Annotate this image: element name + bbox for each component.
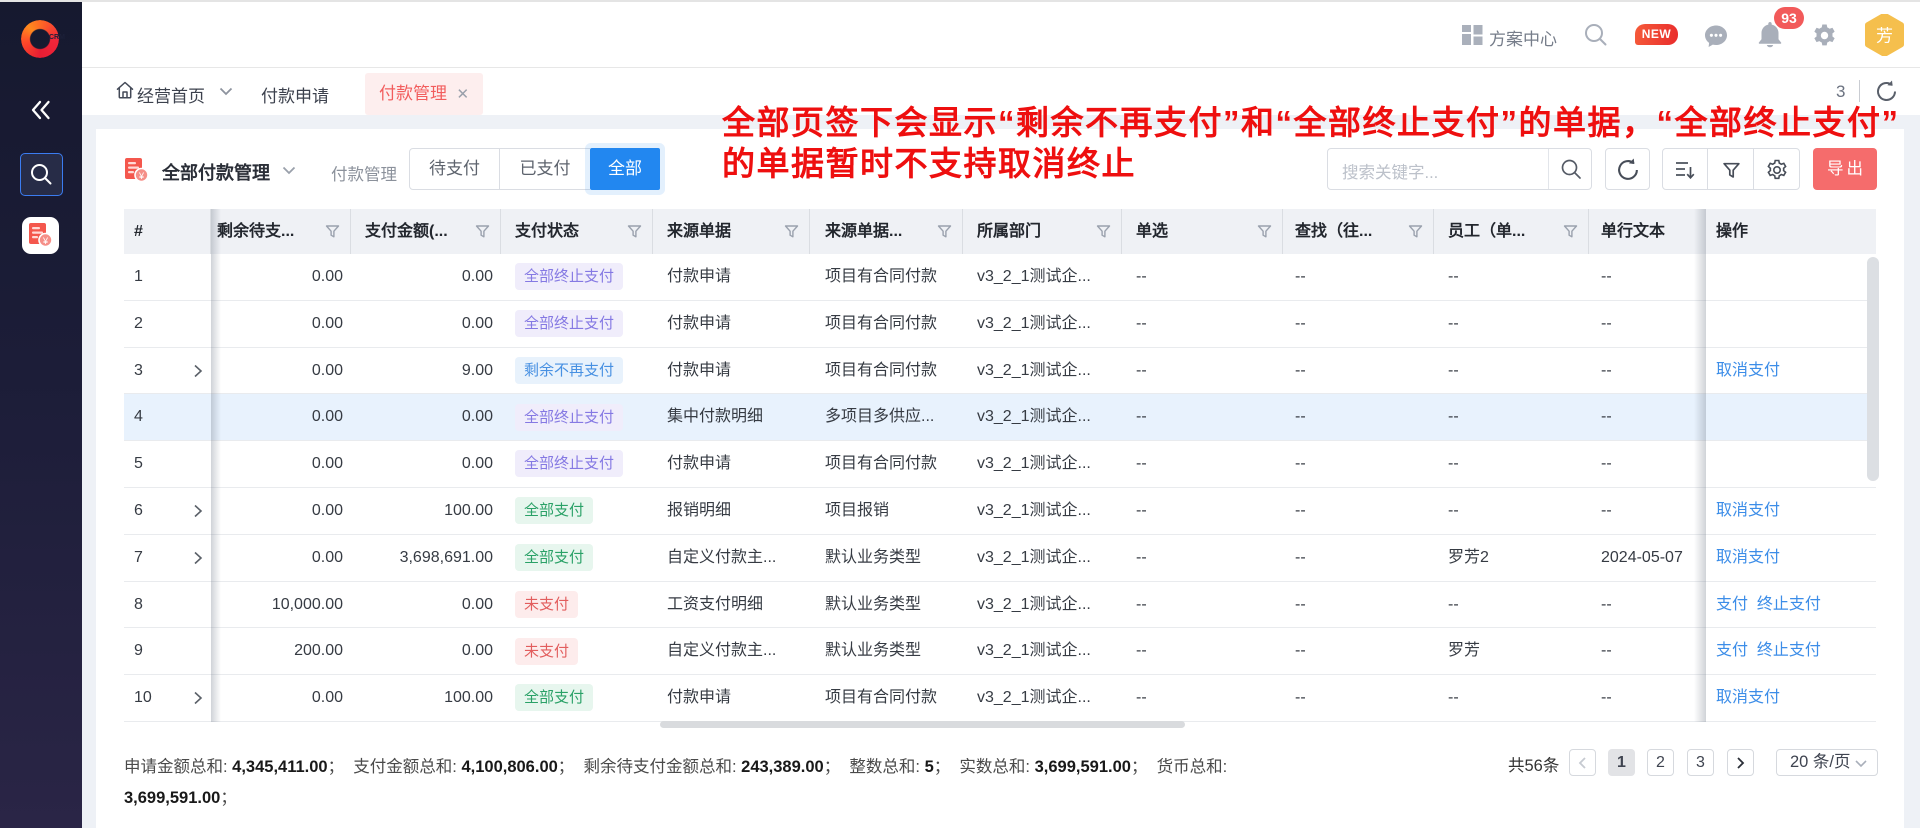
- svg-text:¥: ¥: [138, 171, 145, 181]
- svg-text:¥: ¥: [42, 236, 49, 246]
- svg-text:芳: 芳: [1876, 27, 1893, 46]
